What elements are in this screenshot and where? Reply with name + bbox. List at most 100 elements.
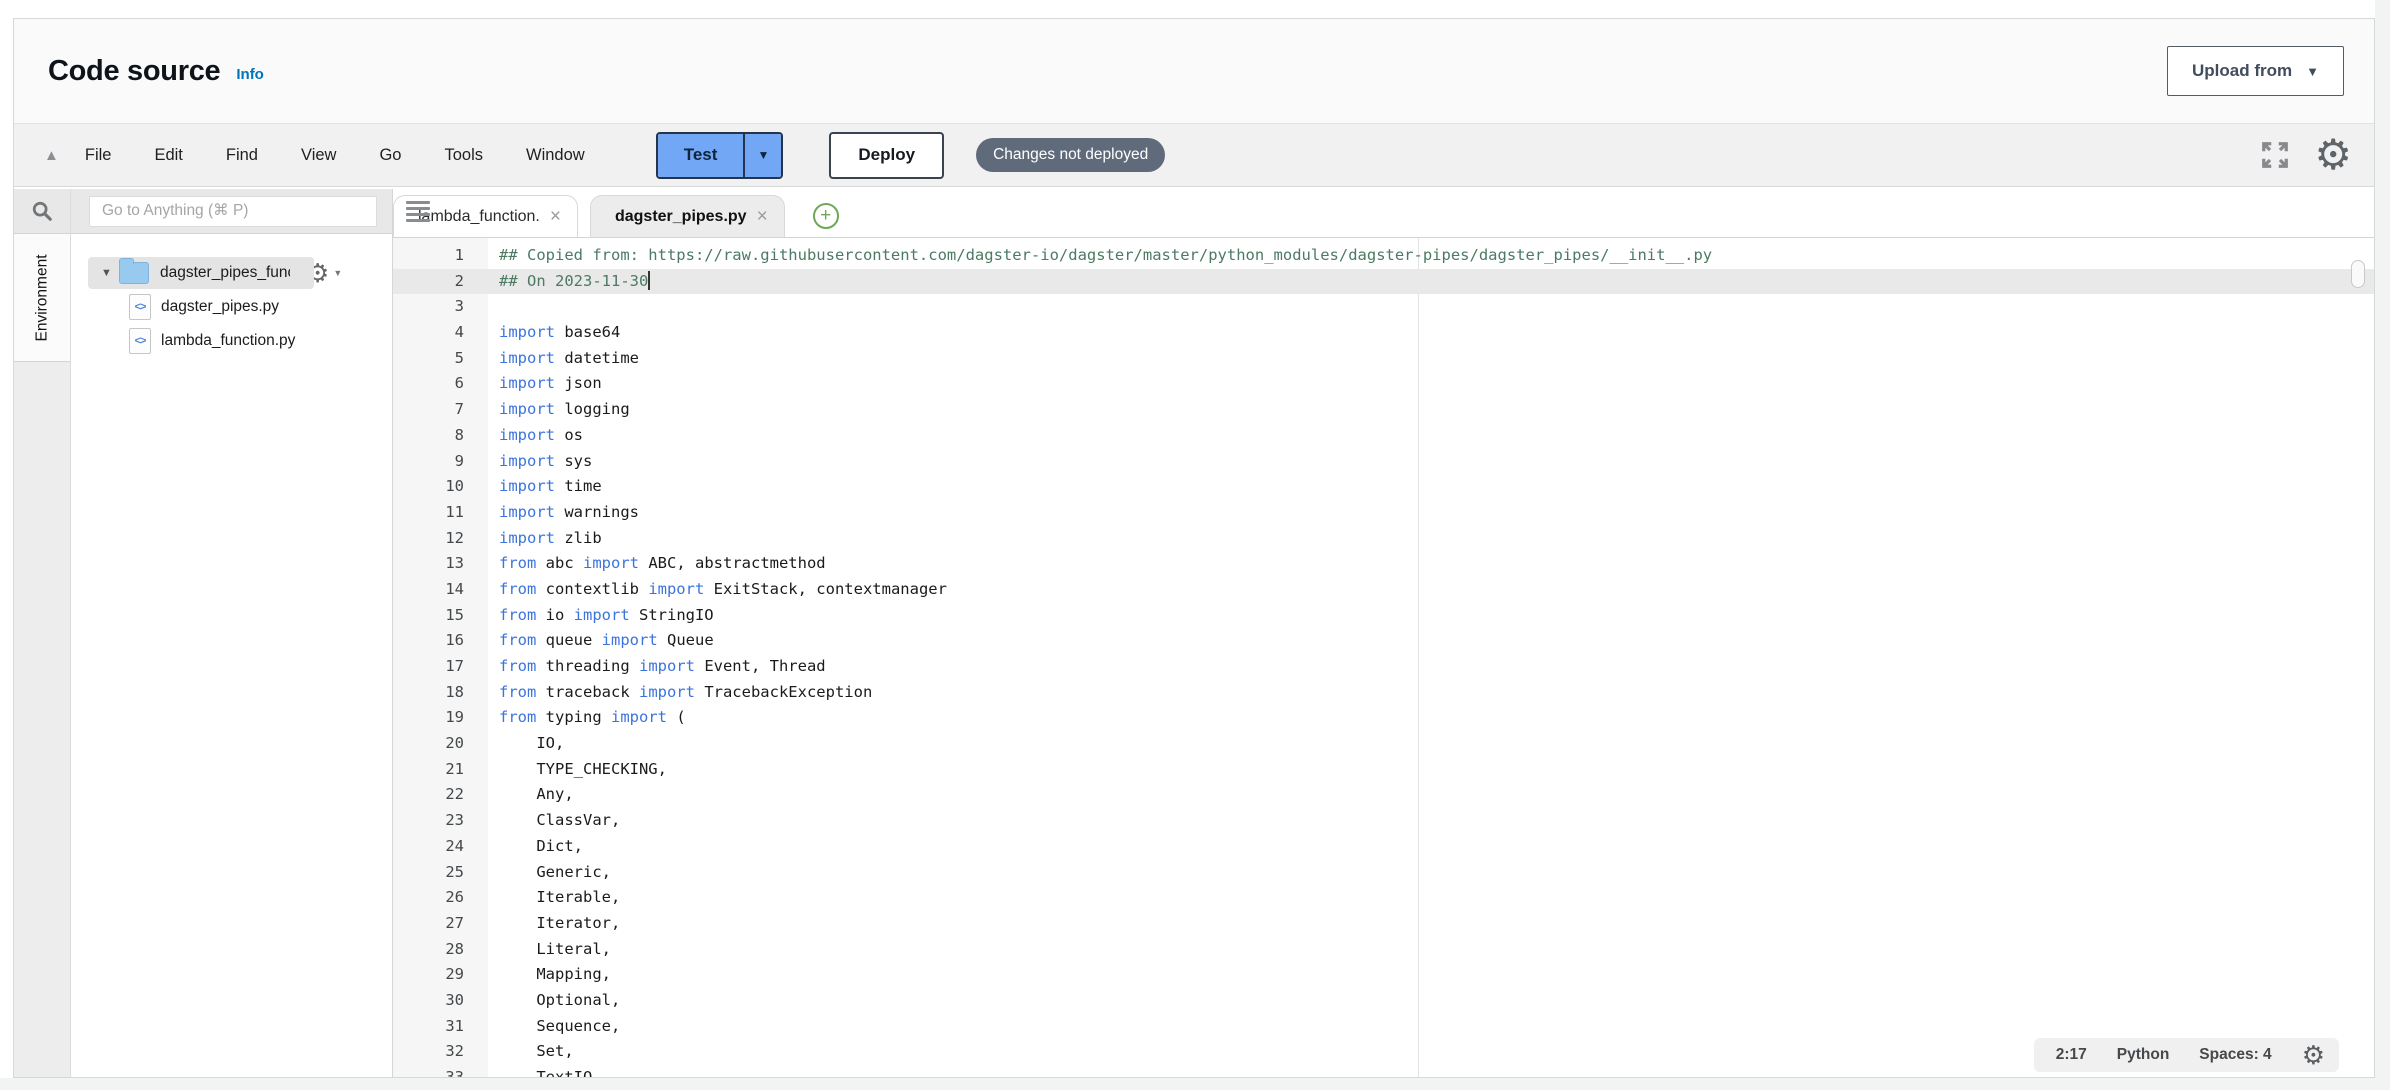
tree-folder-row[interactable]: ▼ dagster_pipes_funct ⚙ ▼ [71,256,392,290]
line-content: from io import StringIO [488,603,714,629]
code-line[interactable]: 22 Any, [393,782,2374,808]
code-line[interactable]: 21 TYPE_CHECKING, [393,757,2374,783]
code-line[interactable]: 17from threading import Event, Thread [393,654,2374,680]
tree-file-row[interactable]: <> dagster_pipes.py [71,290,392,324]
menu-find[interactable]: Find [226,146,258,165]
file-tree: ▼ dagster_pipes_funct ⚙ ▼ <> dagster_pip… [71,234,392,358]
line-number: 21 [393,757,488,783]
status-gear-icon[interactable]: ⚙ [2302,1045,2325,1065]
file-tree-panel: ▼ dagster_pipes_funct ⚙ ▼ <> dagster_pip… [71,189,393,1077]
line-number: 12 [393,526,488,552]
code-line[interactable]: 2## On 2023-11-30 [393,269,2374,295]
deploy-button[interactable]: Deploy [829,132,944,179]
code-line[interactable]: 24 Dict, [393,834,2374,860]
line-number: 30 [393,988,488,1014]
code-line[interactable]: 7import logging [393,397,2374,423]
line-number: 33 [393,1065,488,1077]
file-name: lambda_function.py [161,332,295,350]
settings-gear-icon[interactable]: ⚙ [2314,140,2352,170]
environment-tab[interactable]: Environment [14,234,70,362]
tree-file-row[interactable]: <> lambda_function.py [71,324,392,358]
line-number: 16 [393,628,488,654]
line-number: 24 [393,834,488,860]
chevron-down-icon: ▼ [2306,65,2319,78]
code-line[interactable]: 30 Optional, [393,988,2374,1014]
code-line[interactable]: 11import warnings [393,500,2374,526]
file-name: dagster_pipes.py [161,298,279,316]
menu-view[interactable]: View [301,146,336,165]
line-number: 7 [393,397,488,423]
code-line[interactable]: 9import sys [393,449,2374,475]
menu-go[interactable]: Go [379,146,401,165]
tab-list-icon[interactable] [406,201,430,225]
line-content: import json [488,371,602,397]
info-link[interactable]: Info [236,66,264,83]
cursor-position[interactable]: 2:17 [2056,1046,2087,1064]
close-icon[interactable]: × [550,206,561,228]
code-line[interactable]: 4import base64 [393,320,2374,346]
code-line[interactable]: 20 IO, [393,731,2374,757]
code-line[interactable]: 5import datetime [393,346,2374,372]
code-line[interactable]: 8import os [393,423,2374,449]
editor-menubar: ▲ File Edit Find View Go Tools Window Te… [14,123,2374,187]
line-number: 1 [393,243,488,269]
code-editor[interactable]: 1## Copied from: https://raw.githubuserc… [393,238,2374,1077]
code-line[interactable]: 18from traceback import TracebackExcepti… [393,680,2374,706]
line-number: 18 [393,680,488,706]
line-number: 29 [393,962,488,988]
goto-anything-input[interactable] [89,196,377,227]
text-cursor [648,271,650,290]
code-line[interactable]: 31 Sequence, [393,1014,2374,1040]
new-tab-icon[interactable]: + [813,203,839,229]
line-content: Dict, [488,834,583,860]
test-button[interactable]: Test [658,134,744,177]
upload-from-button[interactable]: Upload from ▼ [2167,46,2344,96]
line-content: import base64 [488,320,620,346]
menu-edit[interactable]: Edit [154,146,182,165]
sidebar-rail: Environment [14,189,71,1077]
code-line[interactable]: 10import time [393,474,2374,500]
line-content: Any, [488,782,574,808]
code-line[interactable]: 25 Generic, [393,860,2374,886]
fullscreen-icon[interactable] [2260,140,2290,170]
line-content: Generic, [488,860,611,886]
editor-content-area: Environment ▼ dagster_pipes_funct ⚙ ▼ [14,189,2374,1077]
code-line[interactable]: 28 Literal, [393,937,2374,963]
code-line[interactable]: 19from typing import ( [393,705,2374,731]
menu-file[interactable]: File [85,146,112,165]
line-content: import logging [488,397,630,423]
indent-setting[interactable]: Spaces: 4 [2199,1046,2271,1064]
search-icon[interactable] [31,200,53,222]
code-line[interactable]: 27 Iterator, [393,911,2374,937]
code-line[interactable]: 15from io import StringIO [393,603,2374,629]
line-number: 10 [393,474,488,500]
close-icon[interactable]: × [757,206,768,228]
test-dropdown-button[interactable]: ▼ [743,134,781,177]
disclosure-triangle-icon[interactable]: ▼ [101,267,115,279]
line-content: import sys [488,449,592,475]
line-number: 13 [393,551,488,577]
collapse-menubar-icon[interactable]: ▲ [44,147,59,164]
code-line[interactable]: 3 [393,294,2374,320]
code-line[interactable]: 23 ClassVar, [393,808,2374,834]
editor-column: lambda_function. × dagster_pipes.py × + … [393,189,2374,1077]
code-line[interactable]: 16from queue import Queue [393,628,2374,654]
tab-dagster-pipes[interactable]: dagster_pipes.py × [590,195,785,237]
code-line[interactable]: 1## Copied from: https://raw.githubuserc… [393,243,2374,269]
test-split-button[interactable]: Test ▼ [656,132,784,179]
line-content: ## Copied from: https://raw.githubuserco… [488,243,1712,269]
code-line[interactable]: 26 Iterable, [393,885,2374,911]
menu-tools[interactable]: Tools [444,146,483,165]
panel-header: Code source Info Upload from ▼ [14,19,2374,123]
menu-window[interactable]: Window [526,146,585,165]
code-line[interactable]: 6import json [393,371,2374,397]
line-content: Mapping, [488,962,611,988]
code-line[interactable]: 12import zlib [393,526,2374,552]
line-content: from contextlib import ExitStack, contex… [488,577,947,603]
editor-scrollbar[interactable] [2351,260,2365,288]
code-line[interactable]: 13from abc import ABC, abstractmethod [393,551,2374,577]
code-line[interactable]: 14from contextlib import ExitStack, cont… [393,577,2374,603]
line-content: from typing import ( [488,705,686,731]
language-mode[interactable]: Python [2117,1046,2170,1064]
code-line[interactable]: 29 Mapping, [393,962,2374,988]
